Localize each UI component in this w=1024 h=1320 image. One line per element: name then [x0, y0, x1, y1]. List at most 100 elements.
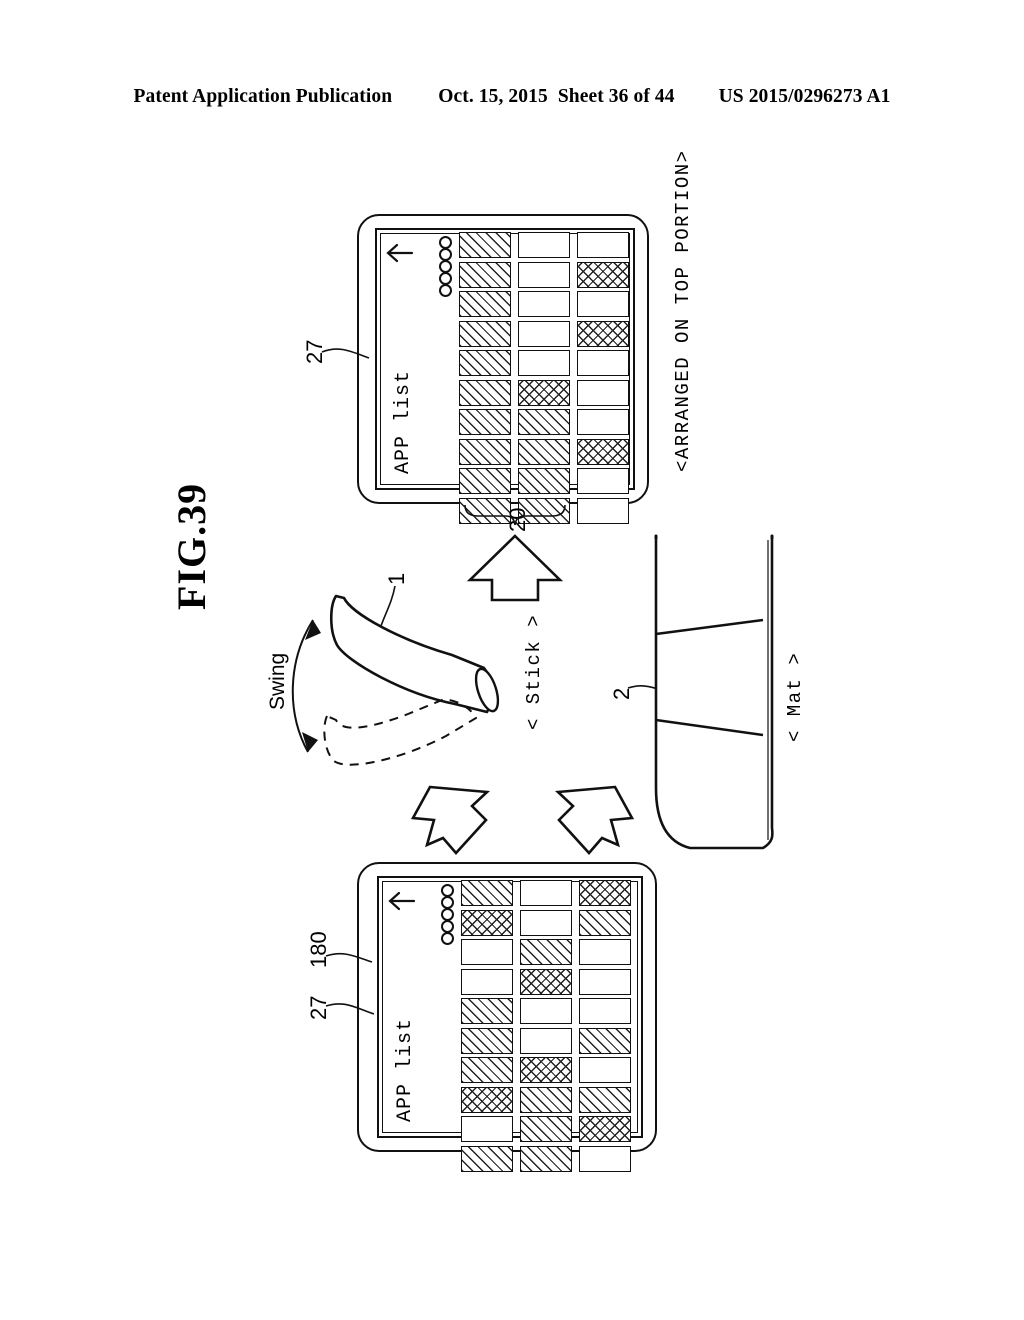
- app-tile[interactable]: [518, 232, 570, 258]
- app-tile[interactable]: [459, 379, 511, 406]
- top-app-grid: [459, 232, 629, 527]
- app-tile[interactable]: [577, 379, 629, 406]
- app-tile[interactable]: [579, 880, 631, 906]
- app-tile[interactable]: [518, 320, 570, 347]
- app-tile[interactable]: [518, 261, 570, 288]
- leader-stick: [380, 585, 396, 627]
- ref-mat: 2: [609, 687, 634, 700]
- app-tile[interactable]: [579, 998, 631, 1024]
- bottom-app-list-title: APP list: [394, 1017, 417, 1122]
- app-tile[interactable]: [459, 350, 511, 376]
- app-tile[interactable]: [461, 1057, 513, 1083]
- app-grid-column: [579, 880, 631, 1175]
- bottom-app-grid: [461, 880, 631, 1175]
- app-tile[interactable]: [520, 998, 572, 1024]
- app-grid-column: [520, 880, 572, 1175]
- header-patent-number: US 2015/0296273 A1: [718, 86, 891, 107]
- top-down-arrow-icon: [385, 238, 414, 264]
- app-tile[interactable]: [577, 232, 629, 258]
- top-app-list-title: APP list: [392, 369, 415, 474]
- app-tile[interactable]: [459, 497, 511, 524]
- app-tile[interactable]: [579, 1027, 631, 1054]
- block-arrow-up-to-top: [466, 534, 564, 602]
- ref-27-top: 27: [302, 339, 327, 364]
- app-grid-column: [518, 232, 570, 527]
- stick-open-end: [474, 667, 500, 713]
- ref-stick: 1: [384, 572, 409, 585]
- app-tile[interactable]: [461, 939, 513, 965]
- indicator-dot: [441, 932, 454, 945]
- app-tile[interactable]: [461, 909, 513, 936]
- header-date: Oct. 15, 2015: [438, 86, 548, 107]
- bottom-indicator-dots: [441, 884, 454, 945]
- mat-divider-lines: [655, 618, 764, 737]
- app-tile[interactable]: [459, 320, 511, 347]
- app-tile[interactable]: [577, 291, 629, 317]
- app-tile[interactable]: [520, 1086, 572, 1113]
- app-tile[interactable]: [461, 880, 513, 906]
- app-tile[interactable]: [579, 1116, 631, 1142]
- app-tile[interactable]: [459, 409, 511, 435]
- app-tile[interactable]: [577, 497, 629, 524]
- app-tile[interactable]: [459, 468, 511, 494]
- app-tile[interactable]: [459, 438, 511, 465]
- top-device-body: APP list: [357, 214, 649, 524]
- app-tile[interactable]: [461, 1145, 513, 1172]
- ref-20: 20: [505, 507, 530, 532]
- bottom-device-body: APP list: [357, 862, 657, 1172]
- app-tile[interactable]: [461, 1116, 513, 1142]
- app-tile[interactable]: [579, 968, 631, 995]
- page-header: Patent Application Publication Oct. 15, …: [0, 86, 1024, 108]
- app-tile[interactable]: [579, 1145, 631, 1172]
- app-tile[interactable]: [520, 909, 572, 936]
- app-tile[interactable]: [518, 350, 570, 376]
- app-tile[interactable]: [459, 232, 511, 258]
- bottom-down-arrow-icon: [387, 886, 416, 912]
- app-grid-column: [577, 232, 629, 527]
- app-tile[interactable]: [577, 409, 629, 435]
- app-tile[interactable]: [577, 438, 629, 465]
- stick-illustration: [329, 594, 500, 714]
- app-tile[interactable]: [520, 1057, 572, 1083]
- app-tile[interactable]: [461, 998, 513, 1024]
- app-tile[interactable]: [579, 939, 631, 965]
- figure-title: FIG.39: [169, 482, 214, 610]
- app-tile[interactable]: [461, 1086, 513, 1113]
- swing-arc-arrow: [291, 619, 321, 753]
- arranged-on-top-label: <ARRANGED ON TOP PORTION>: [672, 149, 694, 472]
- swing-label: Swing: [266, 652, 289, 710]
- app-tile[interactable]: [520, 939, 572, 965]
- block-arrow-to-stick: [410, 785, 491, 855]
- app-tile[interactable]: [577, 468, 629, 494]
- app-tile[interactable]: [520, 1027, 572, 1054]
- app-tile[interactable]: [461, 968, 513, 995]
- app-tile[interactable]: [579, 1057, 631, 1083]
- app-tile[interactable]: [518, 438, 570, 465]
- app-tile[interactable]: [579, 909, 631, 936]
- header-publication: Patent Application Publication: [133, 86, 393, 107]
- app-tile[interactable]: [520, 880, 572, 906]
- app-tile[interactable]: [577, 320, 629, 347]
- app-grid-column: [459, 232, 511, 527]
- ref-180: 180: [306, 931, 331, 968]
- mat-illustration: [654, 534, 774, 850]
- app-tile[interactable]: [520, 968, 572, 995]
- app-tile[interactable]: [518, 468, 570, 494]
- app-tile[interactable]: [577, 261, 629, 288]
- app-grid-column: [461, 880, 513, 1175]
- app-tile[interactable]: [577, 350, 629, 376]
- leader-mat: [627, 685, 677, 695]
- block-arrow-to-mat: [554, 785, 635, 855]
- indicator-dot: [439, 284, 452, 297]
- app-tile[interactable]: [520, 1145, 572, 1172]
- app-tile[interactable]: [518, 409, 570, 435]
- header-sheet: Sheet 36 of 44: [557, 86, 675, 107]
- app-tile[interactable]: [459, 261, 511, 288]
- app-tile[interactable]: [520, 1116, 572, 1142]
- app-tile[interactable]: [518, 379, 570, 406]
- app-tile[interactable]: [518, 291, 570, 317]
- app-tile[interactable]: [461, 1027, 513, 1054]
- app-tile[interactable]: [579, 1086, 631, 1113]
- ref-27-bottom: 27: [306, 995, 331, 1020]
- app-tile[interactable]: [459, 291, 511, 317]
